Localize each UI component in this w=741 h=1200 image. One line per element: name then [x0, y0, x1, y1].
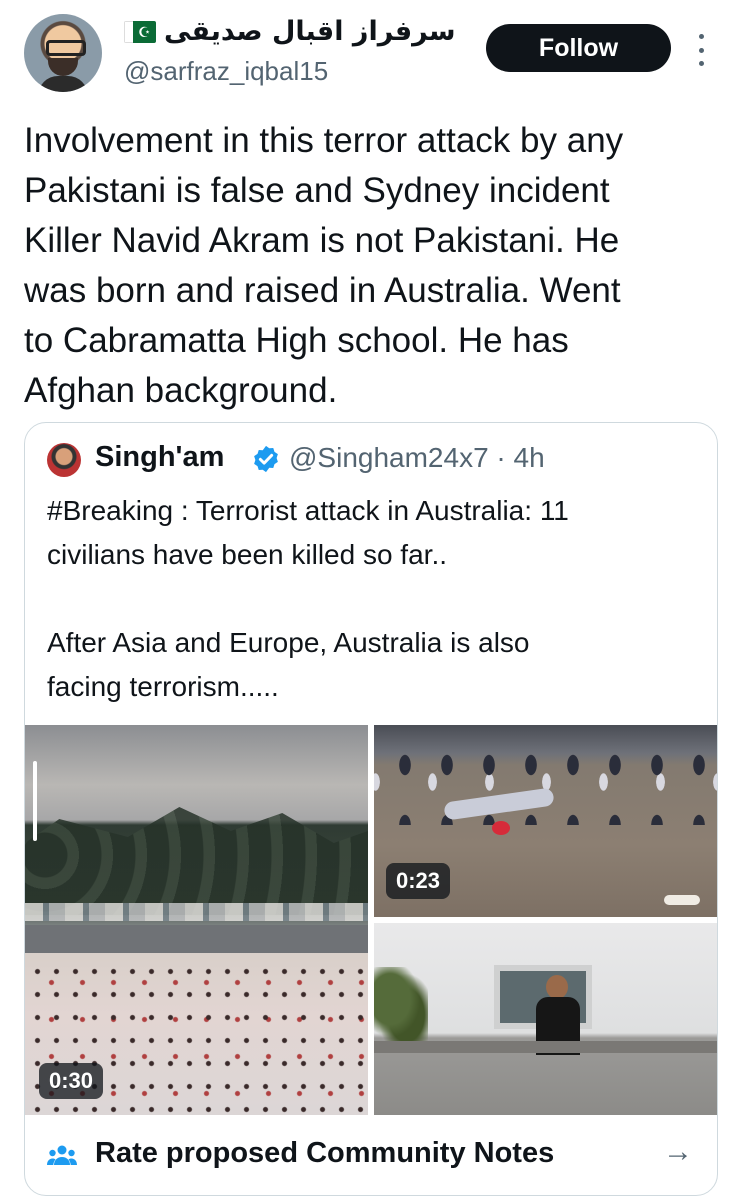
- scene-figures: [374, 735, 717, 825]
- media-grid: 0:30 0:23: [25, 725, 717, 1115]
- arrow-right-icon[interactable]: →: [663, 1135, 693, 1169]
- quoted-tweet-text: #Breaking : Terrorist attack in Australi…: [47, 495, 569, 702]
- scene-shoe: [664, 895, 700, 905]
- avatar-beard: [48, 58, 78, 76]
- rooftop-railing: [374, 1041, 717, 1053]
- video-progress-indicator: [33, 761, 37, 841]
- video-duration-badge: 0:30: [39, 1063, 104, 1099]
- beach-cars: [25, 903, 368, 921]
- quoted-tweet[interactable]: Singh'am @Singham24x7 · 4h #Breaking : T…: [24, 422, 718, 1196]
- scene-red-cap: [492, 821, 510, 835]
- quoted-handle-time[interactable]: @Singham24x7 · 4h: [289, 442, 545, 474]
- people-icon: [47, 1145, 77, 1165]
- verified-badge-icon: [254, 445, 278, 473]
- more-vertical-icon[interactable]: [694, 34, 708, 66]
- beach-trees: [25, 807, 368, 915]
- quoted-avatar[interactable]: [47, 443, 81, 477]
- community-notes-label[interactable]: Rate proposed Community Notes: [95, 1137, 554, 1170]
- beach-wall: [25, 925, 368, 953]
- avatar-body: [38, 76, 88, 92]
- author-avatar[interactable]: [24, 14, 102, 92]
- author-name-row[interactable]: سرفراز اقبال صدیقی: [124, 16, 456, 47]
- rooftop-palm: [374, 967, 428, 1047]
- image-rooftop-man[interactable]: [374, 923, 717, 1115]
- tweet-text: Involvement in this terror attack by any…: [24, 121, 624, 410]
- quoted-author-name[interactable]: Singh'am: [95, 441, 224, 474]
- author-handle[interactable]: @sarfraz_iqbal15: [124, 56, 328, 87]
- video-scene[interactable]: 0:23: [374, 725, 717, 917]
- avatar-glasses: [46, 40, 86, 56]
- author-display-name[interactable]: سرفراز اقبال صدیقی: [164, 16, 456, 47]
- community-notes-bar[interactable]: Rate proposed Community Notes →: [25, 1119, 717, 1195]
- video-beach[interactable]: 0:30: [25, 725, 368, 1115]
- video-duration-badge: 0:23: [386, 863, 451, 899]
- pakistan-flag-icon: [124, 20, 156, 43]
- follow-button[interactable]: Follow: [486, 24, 671, 72]
